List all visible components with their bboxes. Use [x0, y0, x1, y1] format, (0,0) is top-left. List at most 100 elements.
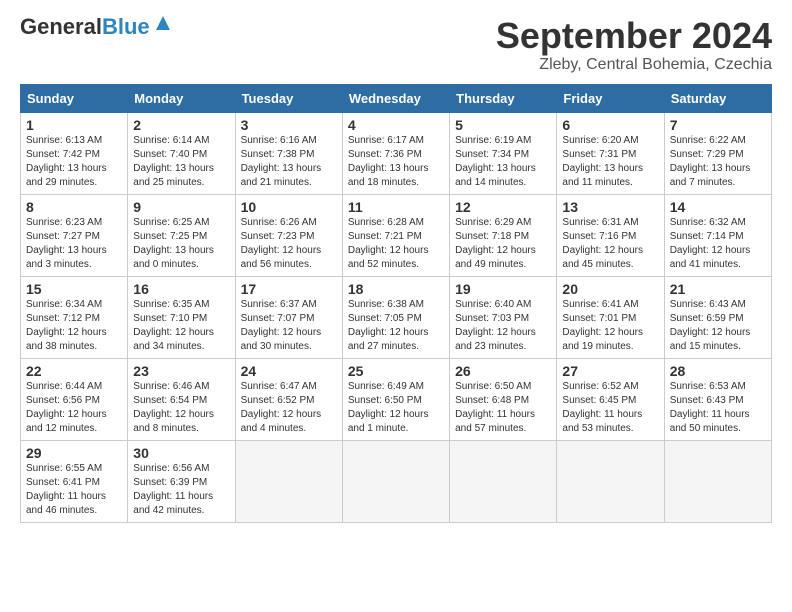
calendar-cell: 6Sunrise: 6:20 AM Sunset: 7:31 PM Daylig… — [557, 112, 664, 194]
cell-day-number: 13 — [562, 199, 658, 215]
calendar-cell: 12Sunrise: 6:29 AM Sunset: 7:18 PM Dayli… — [450, 194, 557, 276]
calendar-cell: 1Sunrise: 6:13 AM Sunset: 7:42 PM Daylig… — [21, 112, 128, 194]
calendar-cell: 30Sunrise: 6:56 AM Sunset: 6:39 PM Dayli… — [128, 440, 235, 522]
cell-day-number: 24 — [241, 363, 337, 379]
cell-info: Sunrise: 6:34 AM Sunset: 7:12 PM Dayligh… — [26, 298, 122, 354]
calendar-cell: 10Sunrise: 6:26 AM Sunset: 7:23 PM Dayli… — [235, 194, 342, 276]
cell-info: Sunrise: 6:25 AM Sunset: 7:25 PM Dayligh… — [133, 216, 229, 272]
cell-day-number: 29 — [26, 445, 122, 461]
cell-day-number: 7 — [670, 117, 766, 133]
cell-info: Sunrise: 6:29 AM Sunset: 7:18 PM Dayligh… — [455, 216, 551, 272]
weekday-header-monday: Monday — [128, 84, 235, 112]
month-title: September 2024 — [496, 16, 772, 56]
cell-info: Sunrise: 6:49 AM Sunset: 6:50 PM Dayligh… — [348, 380, 444, 436]
cell-info: Sunrise: 6:56 AM Sunset: 6:39 PM Dayligh… — [133, 462, 229, 518]
calendar-cell — [342, 440, 449, 522]
calendar-cell: 19Sunrise: 6:40 AM Sunset: 7:03 PM Dayli… — [450, 276, 557, 358]
calendar-cell: 9Sunrise: 6:25 AM Sunset: 7:25 PM Daylig… — [128, 194, 235, 276]
calendar-cell: 23Sunrise: 6:46 AM Sunset: 6:54 PM Dayli… — [128, 358, 235, 440]
calendar-cell: 13Sunrise: 6:31 AM Sunset: 7:16 PM Dayli… — [557, 194, 664, 276]
week-row-2: 8Sunrise: 6:23 AM Sunset: 7:27 PM Daylig… — [21, 194, 772, 276]
cell-info: Sunrise: 6:31 AM Sunset: 7:16 PM Dayligh… — [562, 216, 658, 272]
week-row-1: 1Sunrise: 6:13 AM Sunset: 7:42 PM Daylig… — [21, 112, 772, 194]
calendar-cell: 18Sunrise: 6:38 AM Sunset: 7:05 PM Dayli… — [342, 276, 449, 358]
calendar-cell: 20Sunrise: 6:41 AM Sunset: 7:01 PM Dayli… — [557, 276, 664, 358]
calendar-cell — [557, 440, 664, 522]
cell-day-number: 26 — [455, 363, 551, 379]
weekday-header-saturday: Saturday — [664, 84, 771, 112]
cell-day-number: 27 — [562, 363, 658, 379]
calendar-cell: 5Sunrise: 6:19 AM Sunset: 7:34 PM Daylig… — [450, 112, 557, 194]
logo: GeneralBlue — [20, 16, 174, 38]
cell-day-number: 19 — [455, 281, 551, 297]
calendar-cell: 4Sunrise: 6:17 AM Sunset: 7:36 PM Daylig… — [342, 112, 449, 194]
weekday-header-tuesday: Tuesday — [235, 84, 342, 112]
calendar-cell: 26Sunrise: 6:50 AM Sunset: 6:48 PM Dayli… — [450, 358, 557, 440]
cell-info: Sunrise: 6:13 AM Sunset: 7:42 PM Dayligh… — [26, 134, 122, 190]
calendar-body: 1Sunrise: 6:13 AM Sunset: 7:42 PM Daylig… — [21, 112, 772, 522]
calendar-cell: 16Sunrise: 6:35 AM Sunset: 7:10 PM Dayli… — [128, 276, 235, 358]
cell-day-number: 23 — [133, 363, 229, 379]
calendar-cell: 15Sunrise: 6:34 AM Sunset: 7:12 PM Dayli… — [21, 276, 128, 358]
cell-day-number: 28 — [670, 363, 766, 379]
calendar-cell: 11Sunrise: 6:28 AM Sunset: 7:21 PM Dayli… — [342, 194, 449, 276]
location: Zleby, Central Bohemia, Czechia — [496, 56, 772, 74]
header: GeneralBlue September 2024 Zleby, Centra… — [20, 16, 772, 74]
cell-info: Sunrise: 6:26 AM Sunset: 7:23 PM Dayligh… — [241, 216, 337, 272]
cell-info: Sunrise: 6:44 AM Sunset: 6:56 PM Dayligh… — [26, 380, 122, 436]
week-row-4: 22Sunrise: 6:44 AM Sunset: 6:56 PM Dayli… — [21, 358, 772, 440]
cell-info: Sunrise: 6:14 AM Sunset: 7:40 PM Dayligh… — [133, 134, 229, 190]
cell-info: Sunrise: 6:41 AM Sunset: 7:01 PM Dayligh… — [562, 298, 658, 354]
calendar-cell — [664, 440, 771, 522]
cell-info: Sunrise: 6:23 AM Sunset: 7:27 PM Dayligh… — [26, 216, 122, 272]
calendar-cell: 28Sunrise: 6:53 AM Sunset: 6:43 PM Dayli… — [664, 358, 771, 440]
cell-day-number: 20 — [562, 281, 658, 297]
logo-general: General — [20, 14, 102, 39]
cell-info: Sunrise: 6:28 AM Sunset: 7:21 PM Dayligh… — [348, 216, 444, 272]
calendar-cell: 29Sunrise: 6:55 AM Sunset: 6:41 PM Dayli… — [21, 440, 128, 522]
cell-day-number: 9 — [133, 199, 229, 215]
cell-info: Sunrise: 6:22 AM Sunset: 7:29 PM Dayligh… — [670, 134, 766, 190]
cell-day-number: 25 — [348, 363, 444, 379]
calendar-cell: 22Sunrise: 6:44 AM Sunset: 6:56 PM Dayli… — [21, 358, 128, 440]
logo-icon — [152, 12, 174, 34]
calendar-cell: 24Sunrise: 6:47 AM Sunset: 6:52 PM Dayli… — [235, 358, 342, 440]
cell-day-number: 12 — [455, 199, 551, 215]
weekday-header-sunday: Sunday — [21, 84, 128, 112]
title-section: September 2024 Zleby, Central Bohemia, C… — [496, 16, 772, 74]
cell-info: Sunrise: 6:40 AM Sunset: 7:03 PM Dayligh… — [455, 298, 551, 354]
weekday-header-wednesday: Wednesday — [342, 84, 449, 112]
cell-info: Sunrise: 6:43 AM Sunset: 6:59 PM Dayligh… — [670, 298, 766, 354]
calendar-cell: 17Sunrise: 6:37 AM Sunset: 7:07 PM Dayli… — [235, 276, 342, 358]
cell-day-number: 15 — [26, 281, 122, 297]
calendar-cell: 8Sunrise: 6:23 AM Sunset: 7:27 PM Daylig… — [21, 194, 128, 276]
cell-day-number: 8 — [26, 199, 122, 215]
cell-day-number: 16 — [133, 281, 229, 297]
cell-day-number: 4 — [348, 117, 444, 133]
cell-day-number: 1 — [26, 117, 122, 133]
cell-info: Sunrise: 6:17 AM Sunset: 7:36 PM Dayligh… — [348, 134, 444, 190]
cell-info: Sunrise: 6:32 AM Sunset: 7:14 PM Dayligh… — [670, 216, 766, 272]
calendar-cell: 27Sunrise: 6:52 AM Sunset: 6:45 PM Dayli… — [557, 358, 664, 440]
cell-info: Sunrise: 6:50 AM Sunset: 6:48 PM Dayligh… — [455, 380, 551, 436]
cell-day-number: 22 — [26, 363, 122, 379]
cell-day-number: 21 — [670, 281, 766, 297]
cell-day-number: 30 — [133, 445, 229, 461]
cell-info: Sunrise: 6:20 AM Sunset: 7:31 PM Dayligh… — [562, 134, 658, 190]
weekday-header-thursday: Thursday — [450, 84, 557, 112]
cell-info: Sunrise: 6:38 AM Sunset: 7:05 PM Dayligh… — [348, 298, 444, 354]
calendar-cell: 14Sunrise: 6:32 AM Sunset: 7:14 PM Dayli… — [664, 194, 771, 276]
calendar-cell: 2Sunrise: 6:14 AM Sunset: 7:40 PM Daylig… — [128, 112, 235, 194]
page: GeneralBlue September 2024 Zleby, Centra… — [0, 0, 792, 533]
calendar-cell: 7Sunrise: 6:22 AM Sunset: 7:29 PM Daylig… — [664, 112, 771, 194]
cell-day-number: 6 — [562, 117, 658, 133]
cell-day-number: 14 — [670, 199, 766, 215]
calendar-cell: 25Sunrise: 6:49 AM Sunset: 6:50 PM Dayli… — [342, 358, 449, 440]
cell-info: Sunrise: 6:16 AM Sunset: 7:38 PM Dayligh… — [241, 134, 337, 190]
cell-day-number: 2 — [133, 117, 229, 133]
logo-blue: Blue — [102, 14, 150, 39]
weekday-header-friday: Friday — [557, 84, 664, 112]
calendar-cell: 21Sunrise: 6:43 AM Sunset: 6:59 PM Dayli… — [664, 276, 771, 358]
cell-day-number: 10 — [241, 199, 337, 215]
week-row-3: 15Sunrise: 6:34 AM Sunset: 7:12 PM Dayli… — [21, 276, 772, 358]
